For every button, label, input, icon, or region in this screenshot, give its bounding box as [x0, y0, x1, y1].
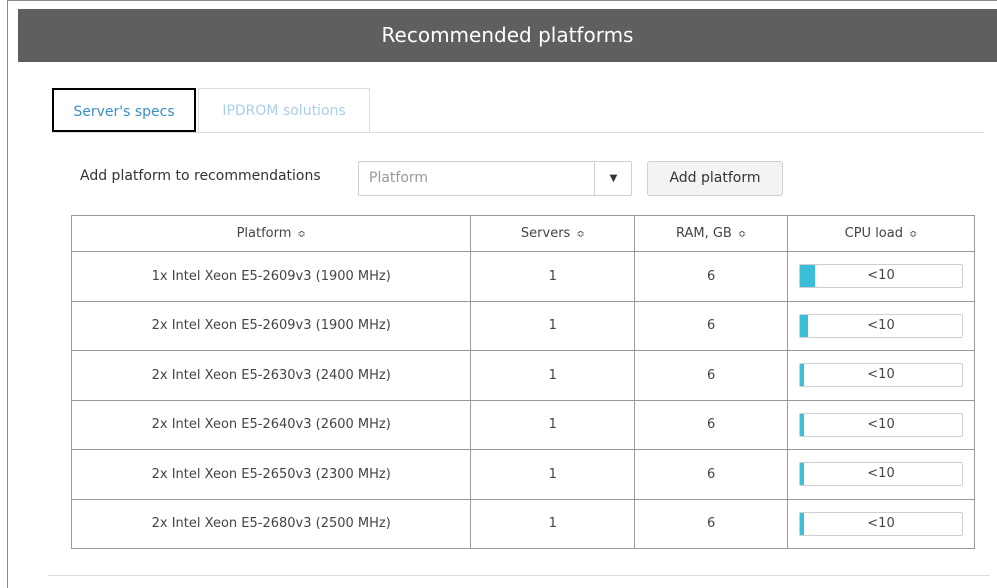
cpu-load-bar: <10 [799, 264, 963, 289]
table-row: 2x Intel Xeon E5-2609v3 (1900 MHz) 1 6 <10 [70, 300, 975, 351]
cpu-load-cell: <10 [787, 399, 975, 450]
column-header-platform[interactable]: Platform ≎ [70, 215, 472, 252]
panel-header: Recommended platforms [18, 9, 997, 62]
platform-cell: 2x Intel Xeon E5-2640v3 (2600 MHz) [70, 399, 472, 450]
platform-cell: 2x Intel Xeon E5-2680v3 (2500 MHz) [70, 498, 472, 549]
cpu-load-cell: <10 [787, 300, 975, 351]
cpu-load-fill [800, 364, 805, 387]
column-label: RAM, GB [675, 226, 732, 241]
cpu-load-value: <10 [867, 268, 895, 284]
platform-cell: 2x Intel Xeon E5-2650v3 (2300 MHz) [70, 449, 472, 500]
table-row: 2x Intel Xeon E5-2640v3 (2600 MHz) 1 6 <10 [70, 399, 975, 450]
platform-cell: 2x Intel Xeon E5-2630v3 (2400 MHz) [70, 350, 472, 401]
bottom-divider [48, 575, 990, 576]
chevron-down-icon[interactable]: ▼ [595, 162, 632, 195]
cpu-load-value: <10 [867, 416, 895, 432]
cpu-load-bar: <10 [799, 313, 963, 338]
ram-cell: 6 [634, 449, 788, 500]
table-row: 2x Intel Xeon E5-2630v3 (2400 MHz) 1 6 <10 [70, 350, 975, 401]
ram-cell: 6 [634, 498, 788, 549]
page-title: Recommended platforms [381, 23, 634, 47]
tab-ipdrom-solutions[interactable]: IPDROM solutions [198, 88, 370, 132]
ram-cell: 6 [634, 350, 788, 401]
cpu-load-fill [800, 413, 805, 436]
sort-icon[interactable]: ≎ [909, 229, 917, 240]
cpu-load-value: <10 [867, 367, 895, 383]
tab-servers-specs[interactable]: Server's specs [52, 88, 196, 132]
column-label: Servers [520, 226, 571, 241]
sort-icon[interactable]: ≎ [297, 229, 305, 240]
cpu-load-fill [800, 314, 809, 337]
servers-cell: 1 [470, 498, 636, 549]
add-platform-label: Add platform to recommendations [80, 168, 321, 184]
add-platform-button[interactable]: Add platform [647, 161, 783, 196]
servers-cell: 1 [470, 251, 636, 302]
column-label: CPU load [844, 226, 903, 241]
servers-cell: 1 [470, 300, 636, 351]
sort-icon[interactable]: ≎ [576, 229, 584, 240]
servers-cell: 1 [470, 399, 636, 450]
column-header-cpu-load[interactable]: CPU load ≎ [787, 215, 975, 252]
platform-cell: 1x Intel Xeon E5-2609v3 (1900 MHz) [70, 251, 472, 302]
cpu-load-value: <10 [867, 466, 895, 482]
platform-cell: 2x Intel Xeon E5-2609v3 (1900 MHz) [70, 300, 472, 351]
platforms-table: Platform ≎ Servers ≎ RAM, GB ≎ CPU load ≎ 1x… [70, 215, 975, 549]
sort-icon[interactable]: ≎ [738, 229, 746, 240]
cpu-load-bar: <10 [799, 462, 963, 487]
table-row: 2x Intel Xeon E5-2650v3 (2300 MHz) 1 6 <10 [70, 449, 975, 500]
platform-select-placeholder: Platform [369, 170, 429, 186]
column-header-ram[interactable]: RAM, GB ≎ [634, 215, 788, 252]
cpu-load-value: <10 [867, 515, 895, 531]
table-header-row: Platform ≎ Servers ≎ RAM, GB ≎ CPU load ≎ [70, 215, 975, 252]
table-row: 1x Intel Xeon E5-2609v3 (1900 MHz) 1 6 <10 [70, 251, 975, 302]
cpu-load-bar: <10 [799, 511, 963, 536]
column-header-servers[interactable]: Servers ≎ [470, 215, 636, 252]
cpu-load-cell: <10 [787, 251, 975, 302]
cpu-load-bar: <10 [799, 412, 963, 437]
servers-cell: 1 [470, 449, 636, 500]
cpu-load-cell: <10 [787, 498, 975, 549]
cpu-load-fill [800, 265, 815, 288]
table-row: 2x Intel Xeon E5-2680v3 (2500 MHz) 1 6 <10 [70, 498, 975, 549]
cpu-load-fill [800, 512, 805, 535]
ram-cell: 6 [634, 399, 788, 450]
cpu-load-value: <10 [867, 317, 895, 333]
cpu-load-bar: <10 [799, 363, 963, 388]
cpu-load-cell: <10 [787, 449, 975, 500]
platform-select[interactable]: Platform ▼ [358, 161, 632, 196]
cpu-load-fill [800, 463, 805, 486]
ram-cell: 6 [634, 251, 788, 302]
ram-cell: 6 [634, 300, 788, 351]
column-label: Platform [236, 226, 292, 241]
tab-divider [52, 132, 984, 133]
servers-cell: 1 [470, 350, 636, 401]
cpu-load-cell: <10 [787, 350, 975, 401]
